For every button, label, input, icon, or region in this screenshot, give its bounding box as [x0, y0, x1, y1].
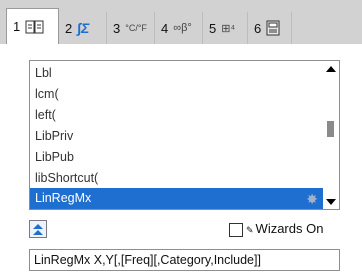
tab-units[interactable]: 3 °C/°F — [107, 12, 155, 44]
templates-icon: ⊞⁴ — [221, 22, 236, 35]
tab-number: 2 — [65, 20, 73, 36]
chevron-up-icon — [33, 224, 43, 229]
book-icon — [25, 19, 45, 35]
collapse-button[interactable] — [29, 220, 47, 238]
tab-catalog[interactable]: 1 — [6, 8, 59, 44]
list-item-label: LinRegMx — [35, 191, 92, 205]
tab-number: 1 — [13, 19, 21, 34]
chevron-up-icon — [33, 230, 43, 235]
units-icon: °C/°F — [125, 23, 147, 33]
tab-templates[interactable]: 5 ⊞⁴ — [203, 12, 248, 44]
symbols-icon: ∞β° — [173, 22, 192, 34]
list-item[interactable]: lcm( — [30, 84, 324, 105]
syntax-help: LinRegMx X,Y[,[Freq][,Category,Include]] — [29, 249, 340, 271]
list-item[interactable]: libShortcut( — [30, 168, 324, 189]
wizards-label-text: Wizards On — [255, 221, 324, 236]
list-item[interactable]: left( — [30, 105, 324, 126]
tab-number: 4 — [161, 20, 169, 36]
wand-icon: ✎ — [246, 225, 254, 235]
list-item[interactable]: LibPriv — [30, 126, 324, 147]
tab-calculus[interactable]: 2 ∫Σ — [59, 12, 107, 44]
tab-symbols[interactable]: 4 ∞β° — [155, 12, 203, 44]
scroll-down-icon[interactable] — [326, 199, 336, 205]
list-item[interactable]: Lbl — [30, 63, 324, 84]
list-item-selected[interactable]: LinRegMx ✸ — [30, 188, 324, 209]
calculus-icon: ∫Σ — [77, 20, 90, 36]
library-icon — [266, 20, 280, 36]
wizards-label[interactable]: ✎ Wizards On — [246, 220, 323, 239]
tab-number: 6 — [254, 20, 262, 36]
scroll-thumb[interactable] — [327, 121, 334, 137]
catalog-list[interactable]: Lbl lcm( left( LibPriv LibPub libShortcu… — [29, 60, 340, 210]
scroll-up-icon[interactable] — [326, 66, 336, 72]
vertical-scrollbar[interactable] — [323, 61, 339, 209]
catalog-tab-bar: 1 2 ∫Σ 3 °C/°F 4 ∞β° 5 ⊞⁴ 6 — [0, 0, 362, 44]
tab-library[interactable]: 6 — [248, 12, 292, 44]
tab-number: 3 — [113, 20, 121, 36]
wizards-checkbox[interactable] — [229, 223, 243, 237]
list-item[interactable]: LibPub — [30, 147, 324, 168]
wizard-wand-icon: ✸ — [306, 191, 318, 207]
tab-number: 5 — [209, 20, 217, 36]
